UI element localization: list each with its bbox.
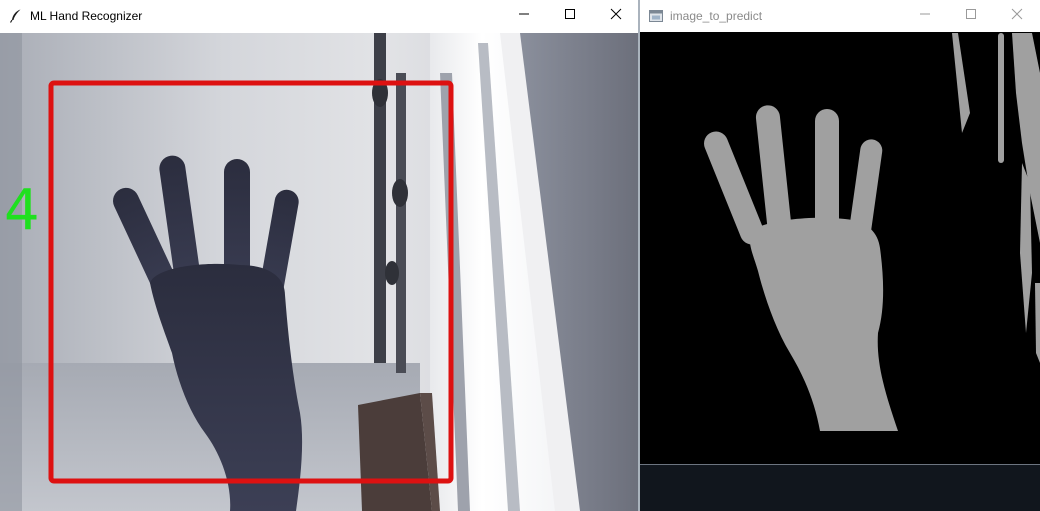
- webcam-feed: 4: [0, 33, 639, 511]
- image-to-predict-window: image_to_predict: [640, 0, 1040, 511]
- maximize-icon: [564, 7, 576, 25]
- minimize-icon: [518, 7, 530, 25]
- title-bar[interactable]: ML Hand Recognizer: [0, 0, 639, 32]
- maximize-button[interactable]: [948, 0, 994, 32]
- webcam-image: [0, 33, 639, 511]
- minimize-button[interactable]: [902, 0, 948, 32]
- hand-recognizer-window: ML Hand Recognizer 4: [0, 0, 639, 511]
- close-button[interactable]: [994, 0, 1040, 32]
- feather-icon: [8, 8, 24, 24]
- status-strip: [640, 464, 1040, 511]
- minimize-button[interactable]: [501, 0, 547, 32]
- window-title: ML Hand Recognizer: [30, 9, 143, 23]
- maximize-button[interactable]: [547, 0, 593, 32]
- binary-mask-image: [640, 33, 1040, 511]
- close-icon: [610, 7, 622, 25]
- window-app-icon: [648, 8, 664, 24]
- prediction-label: 4: [4, 178, 40, 243]
- hand-mask: [640, 33, 1040, 431]
- close-icon: [1011, 7, 1023, 25]
- close-button[interactable]: [593, 0, 639, 32]
- minimize-icon: [919, 7, 931, 25]
- window-title: image_to_predict: [670, 9, 763, 23]
- maximize-icon: [965, 7, 977, 25]
- title-bar[interactable]: image_to_predict: [640, 0, 1040, 32]
